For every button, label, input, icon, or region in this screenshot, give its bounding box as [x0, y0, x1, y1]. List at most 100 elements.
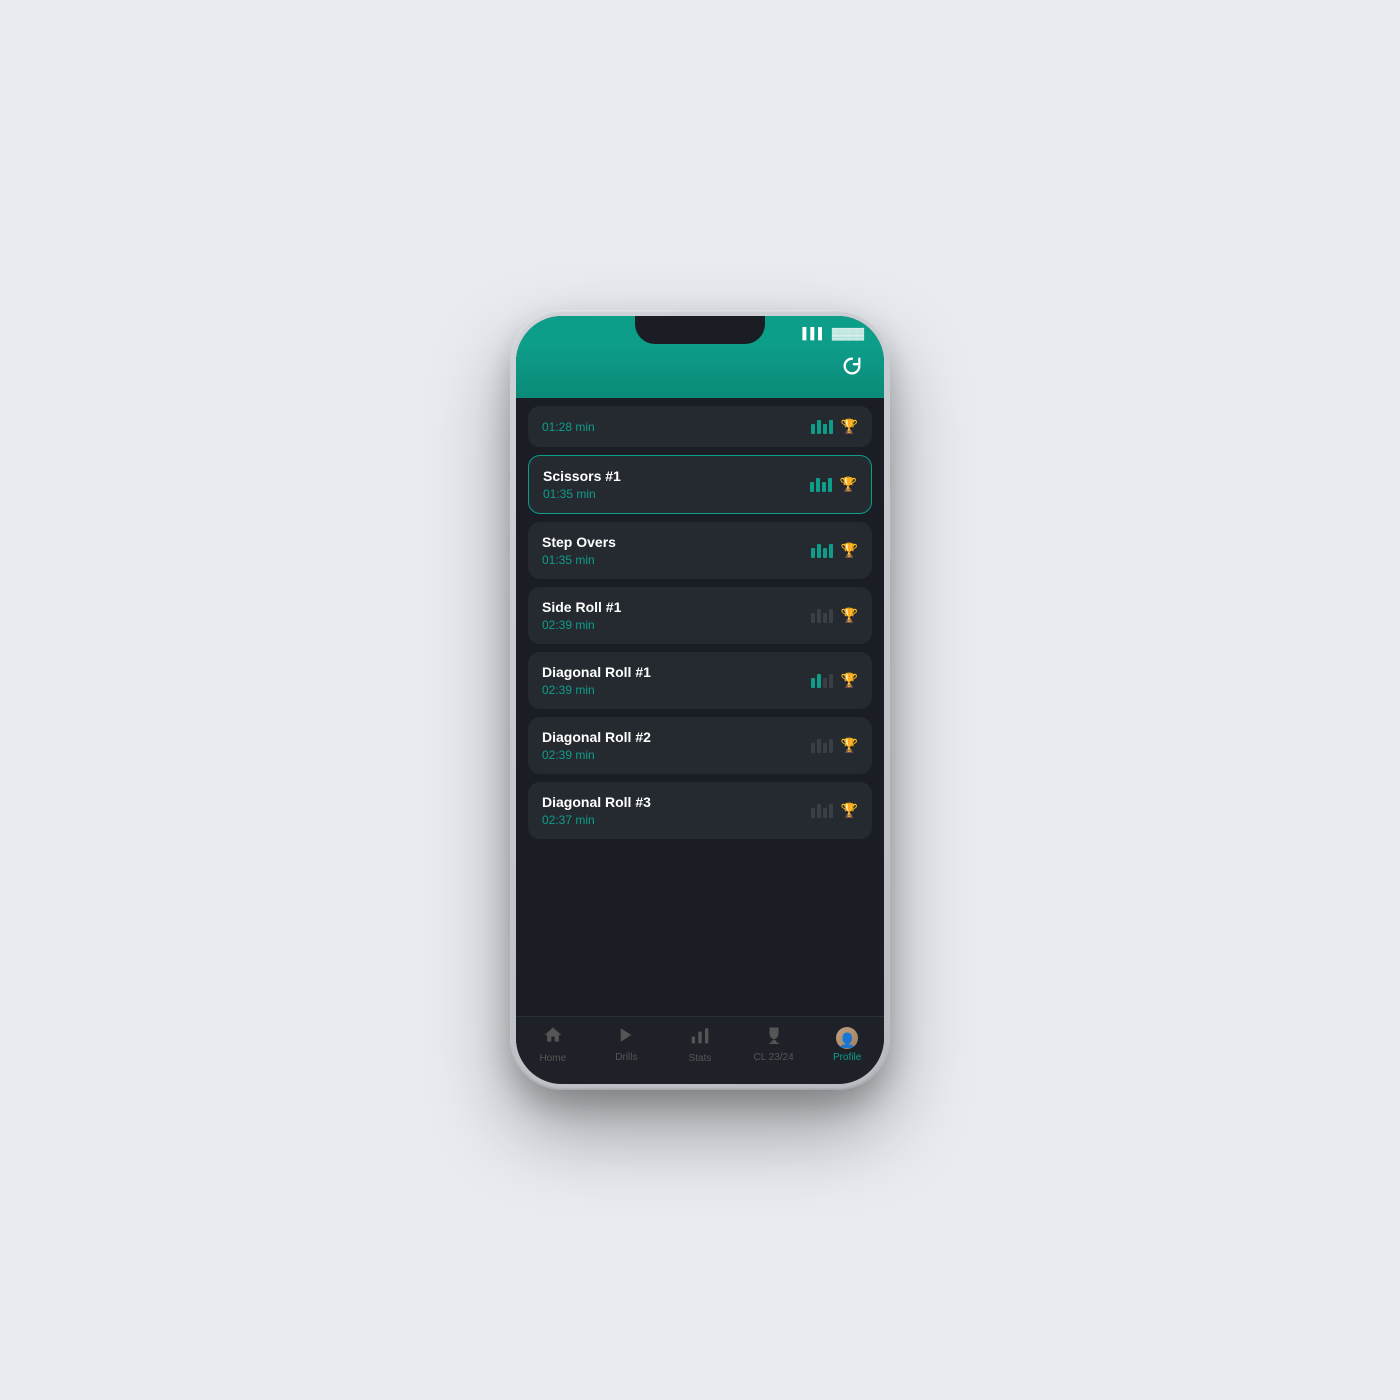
drill-controls: 🏆 — [811, 802, 858, 819]
progress-bar-0 — [811, 613, 815, 623]
volume-up-button[interactable] — [507, 485, 510, 535]
progress-bar-3 — [829, 420, 833, 434]
progress-bar-2 — [823, 743, 827, 753]
progress-bar-0 — [811, 424, 815, 434]
progress-bar-0 — [811, 678, 815, 688]
header-top — [534, 352, 866, 380]
progress-bar-1 — [817, 804, 821, 818]
drill-name: Diagonal Roll #2 — [542, 729, 651, 745]
progress-bar-1 — [817, 544, 821, 558]
trophy-icon: 🏆 — [841, 418, 858, 435]
profile-nav-icon: 👤 — [836, 1027, 858, 1049]
progress-bars — [811, 544, 833, 558]
phone-wrapper: ▐▐▐ ▓▓▓▓ — [510, 310, 890, 1090]
progress-bar-2 — [823, 424, 827, 434]
progress-bar-1 — [817, 420, 821, 434]
progress-bars — [811, 420, 833, 434]
progress-bars — [811, 674, 833, 688]
drill-item[interactable]: Step Overs 01:35 min 🏆 — [528, 522, 872, 579]
home-nav-icon — [543, 1025, 563, 1050]
drill-item[interactable]: Diagonal Roll #1 02:39 min 🏆 — [528, 652, 872, 709]
drill-time: 02:39 min — [542, 683, 651, 697]
progress-bar-0 — [811, 743, 815, 753]
nav-item-home[interactable]: Home — [516, 1025, 590, 1064]
home-nav-label: Home — [539, 1053, 566, 1064]
drill-info: Scissors #1 01:35 min — [543, 468, 621, 501]
nav-item-cl[interactable]: CL 23/24 — [737, 1026, 811, 1063]
progress-bar-3 — [829, 674, 833, 688]
progress-bar-0 — [811, 808, 815, 818]
drill-time: 01:35 min — [542, 553, 616, 567]
progress-bars — [811, 804, 833, 818]
progress-bar-2 — [823, 808, 827, 818]
progress-bars — [811, 609, 833, 623]
nav-item-stats[interactable]: Stats — [663, 1025, 737, 1064]
drill-controls: 🏆 — [810, 476, 857, 493]
progress-bars — [811, 739, 833, 753]
progress-bars — [810, 478, 832, 492]
progress-bar-1 — [817, 609, 821, 623]
progress-bar-0 — [810, 482, 814, 492]
progress-bar-3 — [829, 739, 833, 753]
drill-item[interactable]: Diagonal Roll #2 02:39 min 🏆 — [528, 717, 872, 774]
drill-controls: 🏆 — [811, 672, 858, 689]
cl-nav-icon — [765, 1026, 783, 1049]
drill-controls: 🏆 — [811, 607, 858, 624]
drill-name: Scissors #1 — [543, 468, 621, 484]
drill-info: Side Roll #1 02:39 min — [542, 599, 621, 632]
drill-name: Side Roll #1 — [542, 599, 621, 615]
progress-bar-3 — [829, 609, 833, 623]
progress-bar-3 — [829, 804, 833, 818]
drill-time: 01:35 min — [543, 487, 621, 501]
drill-info: Diagonal Roll #2 02:39 min — [542, 729, 651, 762]
drills-nav-icon — [617, 1026, 635, 1049]
phone-screen: ▐▐▐ ▓▓▓▓ — [516, 316, 884, 1084]
drill-name: Diagonal Roll #1 — [542, 664, 651, 680]
drill-name: Step Overs — [542, 534, 616, 550]
cl-nav-label: CL 23/24 — [753, 1052, 793, 1063]
drill-info: 01:28 min — [542, 420, 595, 434]
profile-nav-label: Profile — [833, 1052, 861, 1063]
nav-item-profile[interactable]: 👤 Profile — [810, 1027, 884, 1063]
trophy-icon: 🏆 — [841, 607, 858, 624]
drill-controls: 🏆 — [811, 542, 858, 559]
drill-info: Diagonal Roll #3 02:37 min — [542, 794, 651, 827]
drills-list: 01:28 min 🏆 Scissors #1 01:35 min 🏆 Step… — [516, 398, 884, 1016]
trophy-icon: 🏆 — [840, 476, 857, 493]
stats-nav-label: Stats — [689, 1053, 712, 1064]
battery-icon: ▓▓▓▓ — [832, 328, 864, 340]
trophy-icon: 🏆 — [841, 802, 858, 819]
progress-bar-3 — [828, 478, 832, 492]
drill-item[interactable]: 01:28 min 🏆 — [528, 406, 872, 447]
drill-item[interactable]: Diagonal Roll #3 02:37 min 🏆 — [528, 782, 872, 839]
nav-item-drills[interactable]: Drills — [590, 1026, 664, 1063]
drill-time: 02:39 min — [542, 618, 621, 632]
progress-bar-1 — [817, 739, 821, 753]
volume-down-button[interactable] — [507, 550, 510, 600]
progress-bar-2 — [823, 613, 827, 623]
progress-bar-3 — [829, 544, 833, 558]
status-icons: ▐▐▐ ▓▓▓▓ — [799, 328, 864, 340]
drill-controls: 🏆 — [811, 418, 858, 435]
refresh-button[interactable] — [838, 352, 866, 380]
trophy-icon: 🏆 — [841, 737, 858, 754]
progress-bar-1 — [816, 478, 820, 492]
signal-bars-icon: ▐▐▐ — [799, 328, 822, 340]
app-header — [516, 344, 884, 398]
drill-item[interactable]: Scissors #1 01:35 min 🏆 — [528, 455, 872, 514]
drill-name: Diagonal Roll #3 — [542, 794, 651, 810]
power-button[interactable] — [890, 490, 893, 560]
drill-time: 02:37 min — [542, 813, 651, 827]
volume-mute-button[interactable] — [507, 440, 510, 470]
drill-info: Step Overs 01:35 min — [542, 534, 616, 567]
stats-nav-icon — [690, 1025, 710, 1050]
trophy-icon: 🏆 — [841, 672, 858, 689]
progress-bar-2 — [823, 678, 827, 688]
trophy-icon: 🏆 — [841, 542, 858, 559]
drill-controls: 🏆 — [811, 737, 858, 754]
drill-time: 02:39 min — [542, 748, 651, 762]
drill-item[interactable]: Side Roll #1 02:39 min 🏆 — [528, 587, 872, 644]
drills-nav-label: Drills — [615, 1052, 637, 1063]
progress-bar-0 — [811, 548, 815, 558]
notch — [635, 316, 765, 344]
